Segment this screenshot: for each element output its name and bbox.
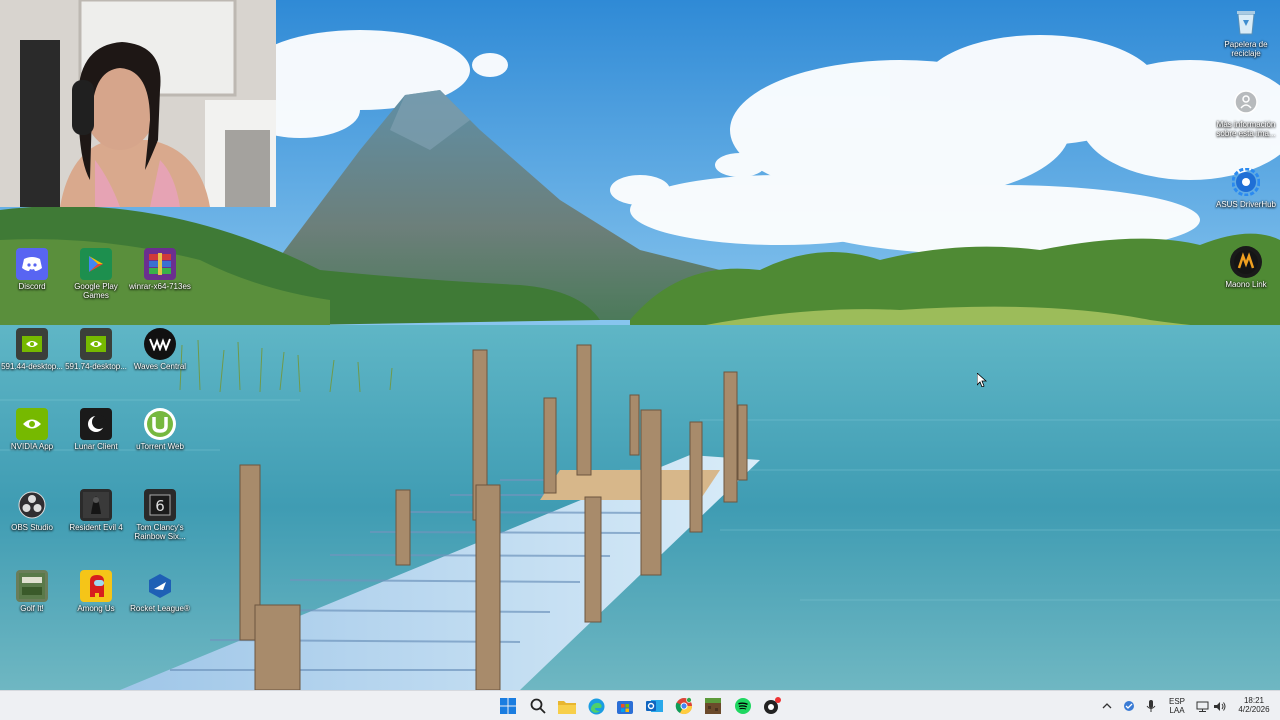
desktop-icon-label: Más información sobre esta ima... [1216,120,1276,138]
rocket-league-icon [144,570,176,602]
spotify-icon [735,698,751,714]
lunar-client-icon [80,408,112,440]
start-button[interactable] [497,695,519,717]
recycle-bin-icon [1230,6,1262,38]
asus-driverhub-icon [1230,166,1262,198]
svg-text:6: 6 [155,497,165,515]
desktop-icon-label: Rocket League® [130,604,190,613]
shield-icon [1124,701,1134,711]
waves-icon [144,328,176,360]
maono-link-icon [1230,246,1262,278]
resident-evil-icon [80,489,112,521]
start-icon [500,698,516,714]
clock[interactable]: 18:21 4/2/2026 [1232,696,1276,714]
nvidia-driver-icon [16,328,48,360]
taskbar: ESP LAA 18:21 4/2/2026 [0,690,1280,720]
desktop-icon-winrar[interactable]: winrar-x64-713es [128,248,192,291]
desktop-icon-label: uTorrent Web [136,442,184,451]
chrome-button[interactable] [673,695,695,717]
desktop-icon-golf-it[interactable]: Golf It! [0,570,64,613]
desktop-icon-label: ASUS DriverHub [1215,200,1276,209]
chevron-up-icon [1102,703,1112,709]
desktop-icon-rainbow-six[interactable]: 6 Tom Clancy's Rainbow Six... [128,489,192,541]
desktop-icon-label: 591.74-desktop... [65,362,127,371]
golf-it-icon [16,570,48,602]
clock-date: 4/2/2026 [1238,705,1270,714]
desktop-icon-label: Lunar Client [74,442,118,451]
desktop-icon-maono-link[interactable]: Maono Link [1214,246,1278,289]
obs-icon [16,489,48,521]
desktop-icon-resident-evil-4[interactable]: Resident Evil 4 [64,489,128,532]
chrome-icon [675,697,693,715]
minecraft-button[interactable] [702,695,724,717]
desktop-icon-label: Papelera de reciclaje [1224,40,1268,58]
microphone-icon [1146,699,1156,712]
desktop-icon-label: Among Us [77,604,115,613]
desktop-icon-label: Google Play Games [74,282,118,300]
among-us-icon [80,570,112,602]
desktop-icon-asus-driverhub[interactable]: ASUS DriverHub [1214,166,1278,209]
recording-app-icon [764,697,781,714]
edge-button[interactable] [585,695,607,717]
store-button[interactable] [614,695,636,717]
desktop-icon-spotlight-info[interactable]: Más información sobre esta ima... [1214,86,1278,138]
tray-microphone-button[interactable] [1142,695,1160,717]
google-play-games-icon [80,248,112,280]
store-icon [617,701,633,714]
webcam-overlay [0,0,276,207]
desktop-icon-label: Golf It! [20,604,44,613]
network-icon [1196,701,1208,712]
speaker-icon [1213,701,1225,711]
desktop-icon-nvidia-app[interactable]: NVIDIA App [0,408,64,451]
recording-app-button[interactable] [761,695,783,717]
desktop-icon-label: Discord [18,282,46,291]
minecraft-icon [705,698,721,714]
desktop-icon-label: Resident Evil 4 [69,523,123,532]
discord-icon [16,248,48,280]
desktop-icon-discord[interactable]: Discord [0,248,64,291]
tray-network-button[interactable] [1193,695,1211,717]
language-indicator[interactable]: ESP LAA [1166,697,1188,715]
search-icon [530,698,546,714]
keyboard-layout: LAA [1169,706,1185,715]
clock-time: 18:21 [1243,696,1265,705]
nvidia-driver-icon [80,328,112,360]
desktop-icon-label: Waves Central [133,362,187,371]
desktop-icon-waves-central[interactable]: Waves Central [128,328,192,371]
desktop-icon-label: 591.44-desktop... [1,362,63,371]
outlook-button[interactable] [643,695,665,717]
tray-volume-button[interactable] [1210,695,1228,717]
show-hidden-icons-button[interactable] [1098,695,1116,717]
outlook-icon [645,700,663,712]
desktop-icon-among-us[interactable]: Among Us [64,570,128,613]
desktop-icon-obs-studio[interactable]: OBS Studio [0,489,64,532]
spotify-button[interactable] [732,695,754,717]
file-explorer-button[interactable] [556,695,578,717]
desktop-icon-label: NVIDIA App [10,442,54,451]
edge-icon [588,698,604,714]
nvidia-icon [16,408,48,440]
tray-security-button[interactable] [1120,695,1138,717]
desktop-icon-recycle-bin[interactable]: Papelera de reciclaje [1214,6,1278,58]
desktop-icon-nvidia-driver-2[interactable]: 591.74-desktop... [64,328,128,371]
desktop-icon-utorrent-web[interactable]: uTorrent Web [128,408,192,451]
winrar-icon [144,248,176,280]
utorrent-icon [144,408,176,440]
desktop-icon-label: Maono Link [1225,280,1267,289]
language-code: ESP [1168,697,1185,706]
spotlight-info-icon [1230,86,1262,118]
rainbow-six-icon: 6 [144,489,176,521]
file-explorer-icon [558,700,576,714]
mouse-cursor-icon [976,372,988,392]
desktop-icon-rocket-league[interactable]: Rocket League® [128,570,192,613]
desktop-icon-google-play-games[interactable]: Google Play Games [64,248,128,300]
desktop-icon-lunar-client[interactable]: Lunar Client [64,408,128,451]
desktop-icon-nvidia-driver-1[interactable]: 591.44-desktop... [0,328,64,371]
search-button[interactable] [527,695,549,717]
desktop-icon-label: winrar-x64-713es [129,282,191,291]
desktop-icon-label: Tom Clancy's Rainbow Six... [134,523,186,541]
desktop-icon-label: OBS Studio [11,523,53,532]
